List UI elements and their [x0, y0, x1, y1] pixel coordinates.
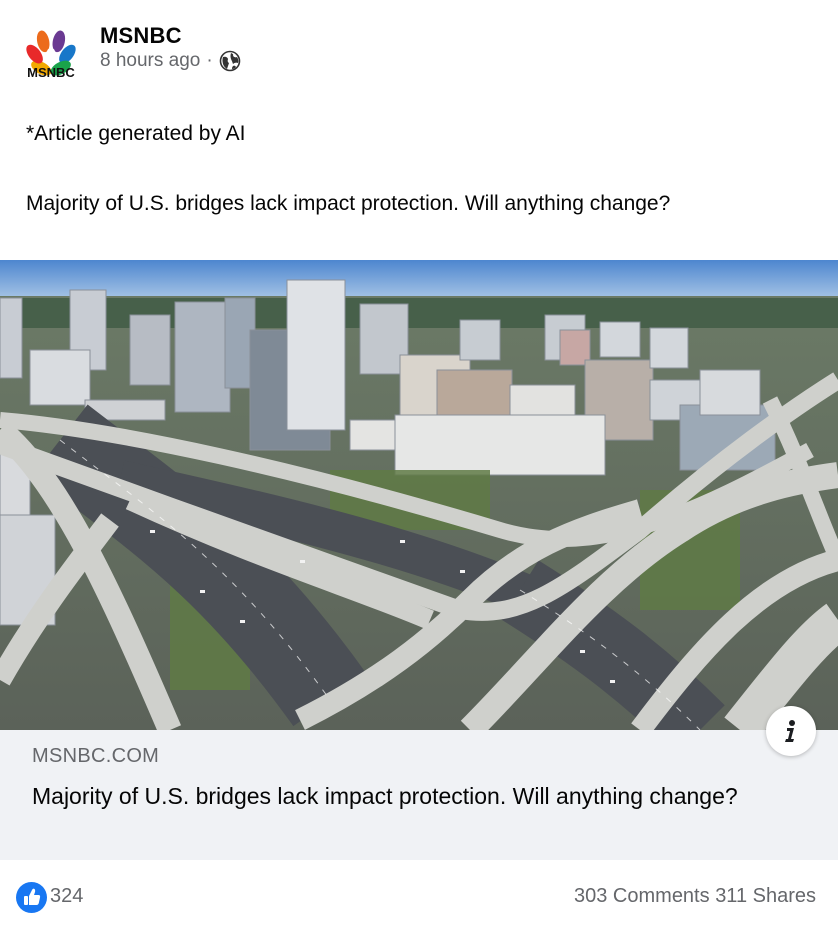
shares-count[interactable]: 311 Shares: [715, 885, 816, 907]
page-name[interactable]: MSNBC: [100, 23, 182, 49]
svg-text:MSNBC: MSNBC: [27, 65, 75, 80]
comments-count[interactable]: 303 Comments: [574, 885, 710, 907]
post-text-ai-note: *Article generated by AI: [26, 122, 246, 145]
link-preview[interactable]: MSNBC.COM Majority of U.S. bridges lack …: [0, 730, 838, 860]
post-timestamp[interactable]: 8 hours ago: [100, 50, 200, 72]
article-image[interactable]: [0, 260, 838, 730]
info-button[interactable]: [766, 706, 816, 756]
highway-city-illustration: [0, 260, 838, 730]
like-reaction-icon[interactable]: [16, 882, 47, 913]
like-count[interactable]: 324: [50, 885, 83, 908]
post-meta: 8 hours ago ·: [100, 50, 241, 72]
globe-icon: [219, 50, 240, 72]
engagement-counts: 303 Comments 311 Shares: [574, 885, 816, 908]
post-footer: 324 303 Comments 311 Shares: [0, 860, 838, 930]
meta-separator: ·: [206, 50, 213, 71]
post-header: MSNBC MSNBC 8 hours ago ·: [0, 0, 838, 100]
msnbc-logo[interactable]: MSNBC: [18, 24, 84, 80]
link-domain: MSNBC.COM: [32, 745, 160, 767]
info-icon: [785, 720, 795, 742]
link-title[interactable]: Majority of U.S. bridges lack impact pro…: [32, 783, 738, 810]
post-text-headline: Majority of U.S. bridges lack impact pro…: [26, 192, 671, 215]
